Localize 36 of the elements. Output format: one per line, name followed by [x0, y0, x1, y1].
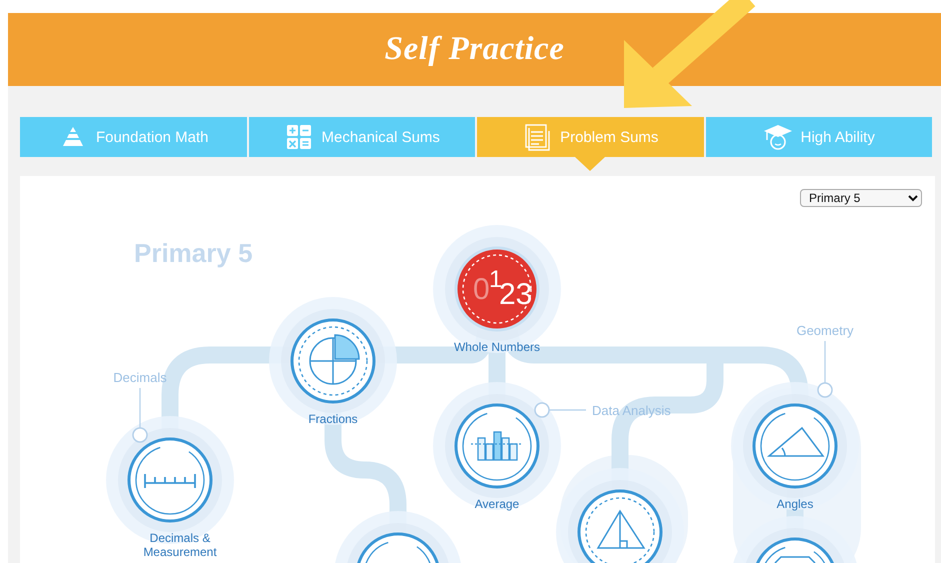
tab[interactable]: High Ability: [706, 117, 932, 157]
pyramid-icon: [62, 127, 83, 146]
topic-node[interactable]: [454, 404, 540, 488]
leader-line: [534, 402, 586, 418]
pie-chart-icon: [309, 334, 360, 385]
grade-heading: Primary 5: [134, 238, 253, 268]
topic-node[interactable]: [578, 490, 662, 563]
leader-line: [132, 388, 148, 443]
ruler-icon: [144, 473, 196, 489]
bar-chart-icon: [471, 431, 523, 461]
topic-node[interactable]: [752, 404, 838, 488]
leader-line: [817, 341, 833, 398]
topic-label: Measurement: [143, 545, 217, 559]
category-label: Geometry: [796, 323, 854, 338]
topic-label: Whole Numbers: [454, 340, 540, 354]
category-label: Decimals: [113, 370, 167, 385]
tab[interactable]: Foundation Math: [20, 117, 246, 157]
digit-text: 23: [499, 278, 532, 311]
graduate-icon: [764, 125, 792, 150]
document-icon: [525, 124, 550, 151]
category-label: Data Analysis: [592, 403, 671, 418]
topic-node[interactable]: [128, 438, 212, 522]
topic-label: Angles: [776, 497, 814, 511]
tab[interactable]: Problem Sums: [477, 117, 704, 157]
operations-icon: [286, 125, 311, 149]
topic-label: Fractions: [308, 412, 358, 426]
tab[interactable]: Mechanical Sums: [248, 117, 475, 157]
page-title: Self Practice: [384, 31, 564, 68]
angle-icon: [768, 427, 824, 457]
grade-select[interactable]: Primary 5: [800, 189, 922, 207]
digit-text: 0: [473, 273, 490, 306]
topic-label: Average: [474, 497, 520, 511]
topic-node[interactable]: [290, 318, 376, 404]
triangle-icon: [597, 510, 646, 549]
topic-node[interactable]: [356, 532, 440, 563]
topic-label: Decimals &: [150, 531, 210, 545]
